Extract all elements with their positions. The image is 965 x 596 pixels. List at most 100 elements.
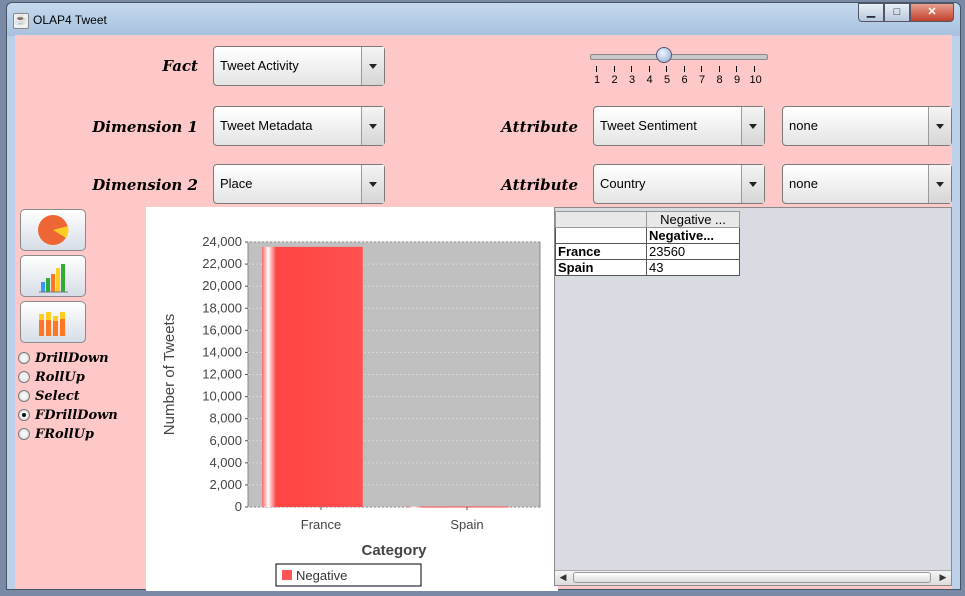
slider-tick-mark [683, 66, 685, 72]
operation-radio-frollup[interactable]: FRollUp [18, 425, 94, 443]
operation-radio-select[interactable]: Select [18, 387, 80, 405]
slider-tick-label: 8 [716, 74, 723, 86]
chevron-down-icon [741, 165, 764, 203]
result-table: Negative ... Negative... France 23560 Sp… [555, 211, 740, 276]
radio-label: FRollUp [35, 426, 95, 442]
y-tick-label: 18,000 [202, 300, 242, 315]
x-tick-label: Spain [450, 517, 483, 532]
slider-tick-label: 1 [594, 74, 601, 86]
chevron-down-icon [928, 107, 951, 145]
table-row-label: Spain [555, 259, 647, 276]
attribute1-extra-value: none [789, 118, 818, 133]
pie-chart-button[interactable] [20, 209, 86, 251]
y-tick-label: 20,000 [202, 278, 242, 293]
y-tick-label: 2,000 [209, 477, 242, 492]
slider-tick-label: 9 [734, 74, 741, 86]
slider-tick-mark [631, 66, 632, 72]
slider-tick-label: 7 [699, 74, 706, 86]
attribute2-dropdown-value: Country [600, 176, 646, 191]
stacked-bar-chart-icon [39, 312, 65, 336]
stacked-bar-chart-button[interactable] [20, 301, 86, 343]
table-row[interactable]: France 23560 [555, 243, 740, 260]
minimize-button[interactable]: ▁ [858, 3, 884, 22]
slider-tick-mark [666, 66, 667, 72]
attribute1-dropdown[interactable]: Tweet Sentiment [593, 106, 765, 146]
x-tick-label: France [301, 517, 341, 532]
fact-dropdown[interactable]: Tweet Activity [213, 46, 385, 86]
bar-spain [408, 506, 509, 508]
bar-chart-button[interactable] [20, 255, 86, 297]
legend-swatch [282, 570, 292, 580]
operation-radio-rollup[interactable]: RollUp [18, 368, 85, 386]
slider-tick-label: 10 [749, 74, 762, 86]
legend-label: Negative [296, 568, 347, 583]
radio-label: FDrillDown [35, 407, 118, 423]
bar-chart-icon [39, 264, 68, 293]
table-row-label: France [555, 243, 647, 260]
radio-button[interactable] [18, 390, 30, 402]
radio-button[interactable] [18, 409, 30, 421]
radio-button[interactable] [18, 371, 30, 383]
slider-tick-label: 5 [664, 74, 671, 86]
radio-button[interactable] [18, 352, 30, 364]
maximize-button[interactable]: □ [884, 3, 910, 22]
dimension2-dropdown-value: Place [220, 176, 253, 191]
chevron-down-icon [928, 165, 951, 203]
scrollbar-thumb[interactable] [573, 572, 931, 583]
radio-label: Select [35, 388, 80, 404]
y-tick-label: 6,000 [209, 433, 242, 448]
horizontal-scrollbar[interactable]: ◀ ▶ [555, 570, 951, 585]
fact-label: Fact [162, 57, 198, 75]
slider-thumb[interactable] [656, 47, 672, 63]
slider-tick-label: 4 [646, 74, 653, 86]
main-panel: Fact Tweet Activity 1 2 3 4 5 6 7 8 9 10 Dimensio… [15, 35, 952, 591]
operation-radio-drilldown[interactable]: DrillDown [18, 349, 109, 367]
table-cell: 43 [646, 259, 740, 276]
attribute1-extra-dropdown[interactable]: none [782, 106, 952, 146]
y-tick-label: 0 [235, 499, 242, 514]
table-corner-header [555, 211, 647, 228]
window-controls: ▁ □ ✕ [858, 3, 954, 22]
attribute2-label: Attribute [501, 176, 578, 194]
bar-france [262, 246, 363, 507]
attribute2-extra-value: none [789, 176, 818, 191]
slider-tick-label: 2 [611, 74, 618, 86]
dimension2-label: Dimension 2 [92, 176, 198, 194]
close-button[interactable]: ✕ [910, 3, 954, 22]
title-bar[interactable]: ☕ OLAP4 Tweet ▁ □ ✕ [7, 3, 960, 36]
slider-tick-label: 3 [629, 74, 636, 86]
slider-track [590, 54, 768, 60]
slider-tick-label: 6 [681, 74, 688, 86]
table-subheader: Negative... [646, 227, 740, 244]
fact-dropdown-value: Tweet Activity [220, 58, 299, 73]
y-tick-label: 8,000 [209, 411, 242, 426]
chevron-down-icon [361, 107, 384, 145]
scroll-left-icon[interactable]: ◀ [556, 572, 570, 583]
x-axis-label: Category [361, 542, 427, 559]
pie-chart-icon [38, 215, 69, 245]
result-table-panel: Negative ... Negative... France 23560 Sp… [554, 207, 952, 586]
slider-tick-mark [596, 66, 597, 72]
attribute1-dropdown-value: Tweet Sentiment [600, 118, 697, 133]
operation-radio-fdrilldown[interactable]: FDrillDown [18, 406, 118, 424]
dimension1-label: Dimension 1 [92, 118, 198, 136]
radio-button[interactable] [18, 428, 30, 440]
y-axis-label: Number of Tweets [161, 314, 178, 435]
table-column-header[interactable]: Negative ... [646, 211, 740, 228]
table-row[interactable]: Spain 43 [555, 259, 740, 276]
chart-panel: 0 2,000 4,000 6,000 8,000 10,000 12,000 14,000 1… [146, 207, 558, 591]
dimension2-dropdown[interactable]: Place [213, 164, 385, 204]
slider-tick-mark [648, 66, 650, 72]
table-subheader-corner [555, 227, 647, 244]
attribute2-extra-dropdown[interactable]: none [782, 164, 952, 204]
y-tick-label: 16,000 [202, 322, 242, 337]
level-slider[interactable]: 1 2 3 4 5 6 7 8 9 10 [590, 43, 768, 86]
attribute2-dropdown[interactable]: Country [593, 164, 765, 204]
dimension1-dropdown-value: Tweet Metadata [220, 118, 313, 133]
scroll-right-icon[interactable]: ▶ [936, 572, 950, 583]
dimension1-dropdown[interactable]: Tweet Metadata [213, 106, 385, 146]
table-cell: 23560 [646, 243, 740, 260]
y-tick-label: 12,000 [202, 367, 242, 382]
chevron-down-icon [361, 47, 384, 85]
bar-chart: 0 2,000 4,000 6,000 8,000 10,000 12,000 14,000 1… [161, 234, 541, 587]
